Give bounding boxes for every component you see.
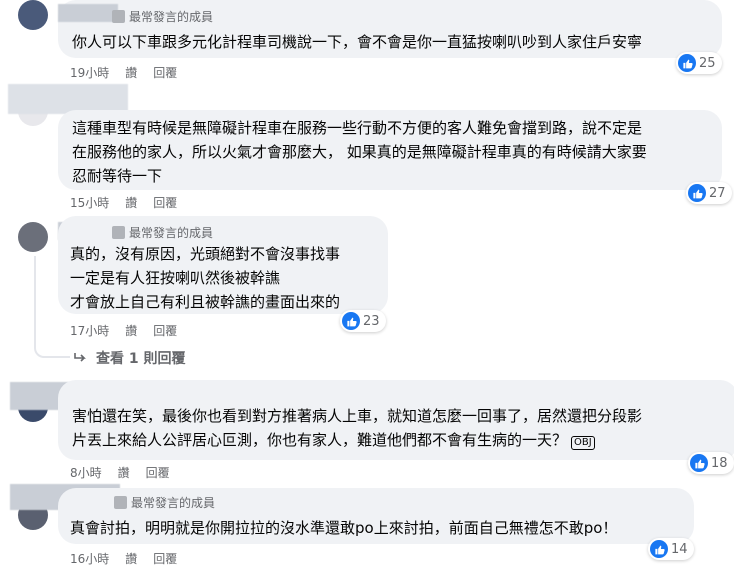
like-link[interactable]: 讚 [125,550,137,567]
timestamp[interactable]: 19小時 [70,64,109,81]
thread-connector [34,256,70,358]
emoji-icon: OBJ [571,436,595,450]
comment-text: 這種車型有時候是無障礙計程車在服務一些行動不方便的客人難免會擋到路，說不定是 在… [72,119,647,185]
top-member-badge: 最常發言的成員 [112,224,213,241]
comment-meta: 15小時 讚 回覆 [70,194,177,211]
reaction-count[interactable]: 18 [688,452,734,474]
comment-meta: 17小時 讚 回覆 [70,322,177,339]
member-badge-icon [114,496,127,509]
thumbs-up-icon [650,540,668,558]
member-badge-icon [112,226,125,239]
reply-link[interactable]: 回覆 [153,550,177,567]
comment-meta: 19小時 讚 回覆 [70,64,177,81]
thumbs-up-icon [688,184,706,202]
thumbs-up-icon [678,54,696,72]
comment-text: 真的，沒有原因，光頭絕對不會沒事找事 一定是有人狂按喇叭然後被幹譙 才會放上自己… [70,245,341,311]
comment-text: 你人可以下車跟多元化計程車司機說一下，會不會是你一直猛按喇叭吵到人家住戶安寧 [72,33,643,51]
reply-link[interactable]: 回覆 [146,464,170,481]
thumbs-up-icon [342,312,360,330]
timestamp[interactable]: 16小時 [70,550,109,567]
comment-meta: 16小時 讚 回覆 [70,550,177,567]
like-link[interactable]: 讚 [118,464,130,481]
timestamp[interactable]: 17小時 [70,322,109,339]
like-link[interactable]: 讚 [125,194,137,211]
thumbs-up-icon [690,454,708,472]
reaction-count[interactable]: 14 [648,538,694,560]
timestamp[interactable]: 15小時 [70,194,109,211]
avatar[interactable] [18,0,48,30]
reaction-count[interactable]: 25 [676,52,722,74]
top-member-badge: 最常發言的成員 [112,8,213,25]
reaction-count[interactable]: 23 [340,310,386,332]
like-link[interactable]: 讚 [125,322,137,339]
comment-text: 害怕還在笑，最後你也看到對方推著病人上車，就知道怎麼一回事了，居然還把分段影 片… [72,407,643,450]
like-link[interactable]: 讚 [125,64,137,81]
top-member-badge: 最常發言的成員 [114,494,215,511]
redacted-username [58,4,118,22]
timestamp[interactable]: 8小時 [70,464,102,481]
comment-meta: 8小時 讚 回覆 [70,464,170,481]
avatar[interactable] [18,222,48,252]
reply-link[interactable]: 回覆 [153,194,177,211]
view-replies-button[interactable]: 查看 1 則回覆 [74,348,186,368]
reaction-count[interactable]: 27 [686,182,732,204]
reply-link[interactable]: 回覆 [153,64,177,81]
comment-text: 真會討拍，明明就是你開拉拉的沒水準還敢po上來討拍，前面自己無禮怎不敢po！ [70,519,618,537]
reply-link[interactable]: 回覆 [153,322,177,339]
reply-arrow-icon [74,353,86,362]
member-badge-icon [112,10,125,23]
